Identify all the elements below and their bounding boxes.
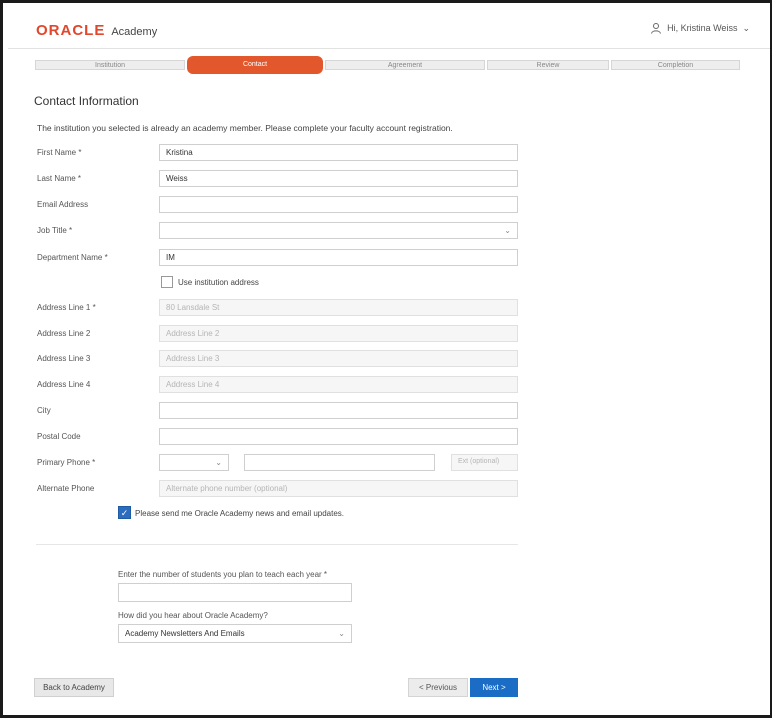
- department-label: Department Name *: [37, 253, 108, 262]
- address1-input[interactable]: 80 Lansdale St: [159, 299, 518, 316]
- email-input[interactable]: [159, 196, 518, 213]
- step-review[interactable]: Review: [487, 60, 609, 70]
- logo-product: Academy: [111, 26, 158, 38]
- address2-label: Address Line 2: [37, 329, 91, 338]
- address1-label: Address Line 1 *: [37, 303, 96, 312]
- phone-extension-input[interactable]: Ext (optional): [451, 454, 518, 471]
- user-menu[interactable]: Hi, Kristina Weiss ⌄: [650, 22, 750, 34]
- department-input[interactable]: IM: [159, 249, 518, 266]
- back-to-academy-button[interactable]: Back to Academy: [34, 678, 114, 697]
- step-agreement[interactable]: Agreement: [325, 60, 485, 70]
- user-name: Hi, Kristina Weiss: [667, 23, 738, 33]
- country-code-select[interactable]: ⌄: [159, 454, 229, 471]
- newsletter-label: Please send me Oracle Academy news and e…: [135, 509, 345, 518]
- address3-input[interactable]: Address Line 3: [159, 350, 518, 367]
- job-title-label: Job Title *: [37, 226, 73, 235]
- postal-code-input[interactable]: [159, 428, 518, 445]
- chevron-down-icon: ⌄: [338, 629, 345, 638]
- newsletter-checkbox[interactable]: ✓: [118, 506, 131, 519]
- use-institution-address-label: Use institution address: [178, 278, 259, 287]
- alternate-phone-label: Alternate Phone: [37, 484, 95, 493]
- students-count-input[interactable]: [118, 583, 352, 602]
- address4-label: Address Line 4: [37, 380, 91, 389]
- section-divider: [36, 544, 518, 545]
- oracle-academy-logo[interactable]: ORACLE Academy: [36, 22, 157, 39]
- membership-notice: The institution you selected is already …: [37, 123, 453, 133]
- previous-button[interactable]: < Previous: [408, 678, 468, 697]
- user-icon: [651, 23, 662, 34]
- postal-code-label: Postal Code: [37, 432, 81, 441]
- chevron-down-icon: ⌄: [215, 458, 222, 467]
- logo-brand: ORACLE: [36, 22, 106, 39]
- last-name-label: Last Name *: [37, 174, 82, 183]
- email-label: Email Address: [37, 200, 89, 209]
- job-title-select[interactable]: ⌄: [159, 222, 518, 239]
- next-button[interactable]: Next >: [470, 678, 518, 697]
- primary-phone-input[interactable]: [244, 454, 435, 471]
- primary-phone-label: Primary Phone *: [37, 458, 96, 467]
- chevron-down-icon: ⌄: [504, 226, 511, 235]
- alternate-phone-input[interactable]: Alternate phone number (optional): [159, 480, 518, 497]
- chevron-down-icon: ⌄: [742, 22, 750, 33]
- hear-about-question: How did you hear about Oracle Academy?: [118, 611, 268, 620]
- step-institution[interactable]: Institution: [35, 60, 185, 70]
- address3-label: Address Line 3: [37, 354, 91, 363]
- checkmark-icon: ✓: [120, 508, 129, 518]
- use-institution-address-checkbox[interactable]: [161, 276, 173, 288]
- step-completion[interactable]: Completion: [611, 60, 740, 70]
- city-input[interactable]: [159, 402, 518, 419]
- address2-input[interactable]: Address Line 2: [159, 325, 518, 342]
- first-name-input[interactable]: Kristina: [159, 144, 518, 161]
- hear-about-select[interactable]: Academy Newsletters And Emails ⌄: [118, 624, 352, 643]
- top-header: ORACLE Academy Hi, Kristina Weiss ⌄: [8, 8, 770, 49]
- page-title: Contact Information: [34, 94, 139, 108]
- first-name-label: First Name *: [37, 148, 82, 157]
- city-label: City: [37, 406, 51, 415]
- address4-input[interactable]: Address Line 4: [159, 376, 518, 393]
- students-question: Enter the number of students you plan to…: [118, 570, 328, 579]
- hear-about-value: Academy Newsletters And Emails: [125, 629, 245, 638]
- registration-stepper: Institution Contact Agreement Review Com…: [35, 56, 740, 74]
- last-name-input[interactable]: Weiss: [159, 170, 518, 187]
- step-contact[interactable]: Contact: [187, 56, 323, 74]
